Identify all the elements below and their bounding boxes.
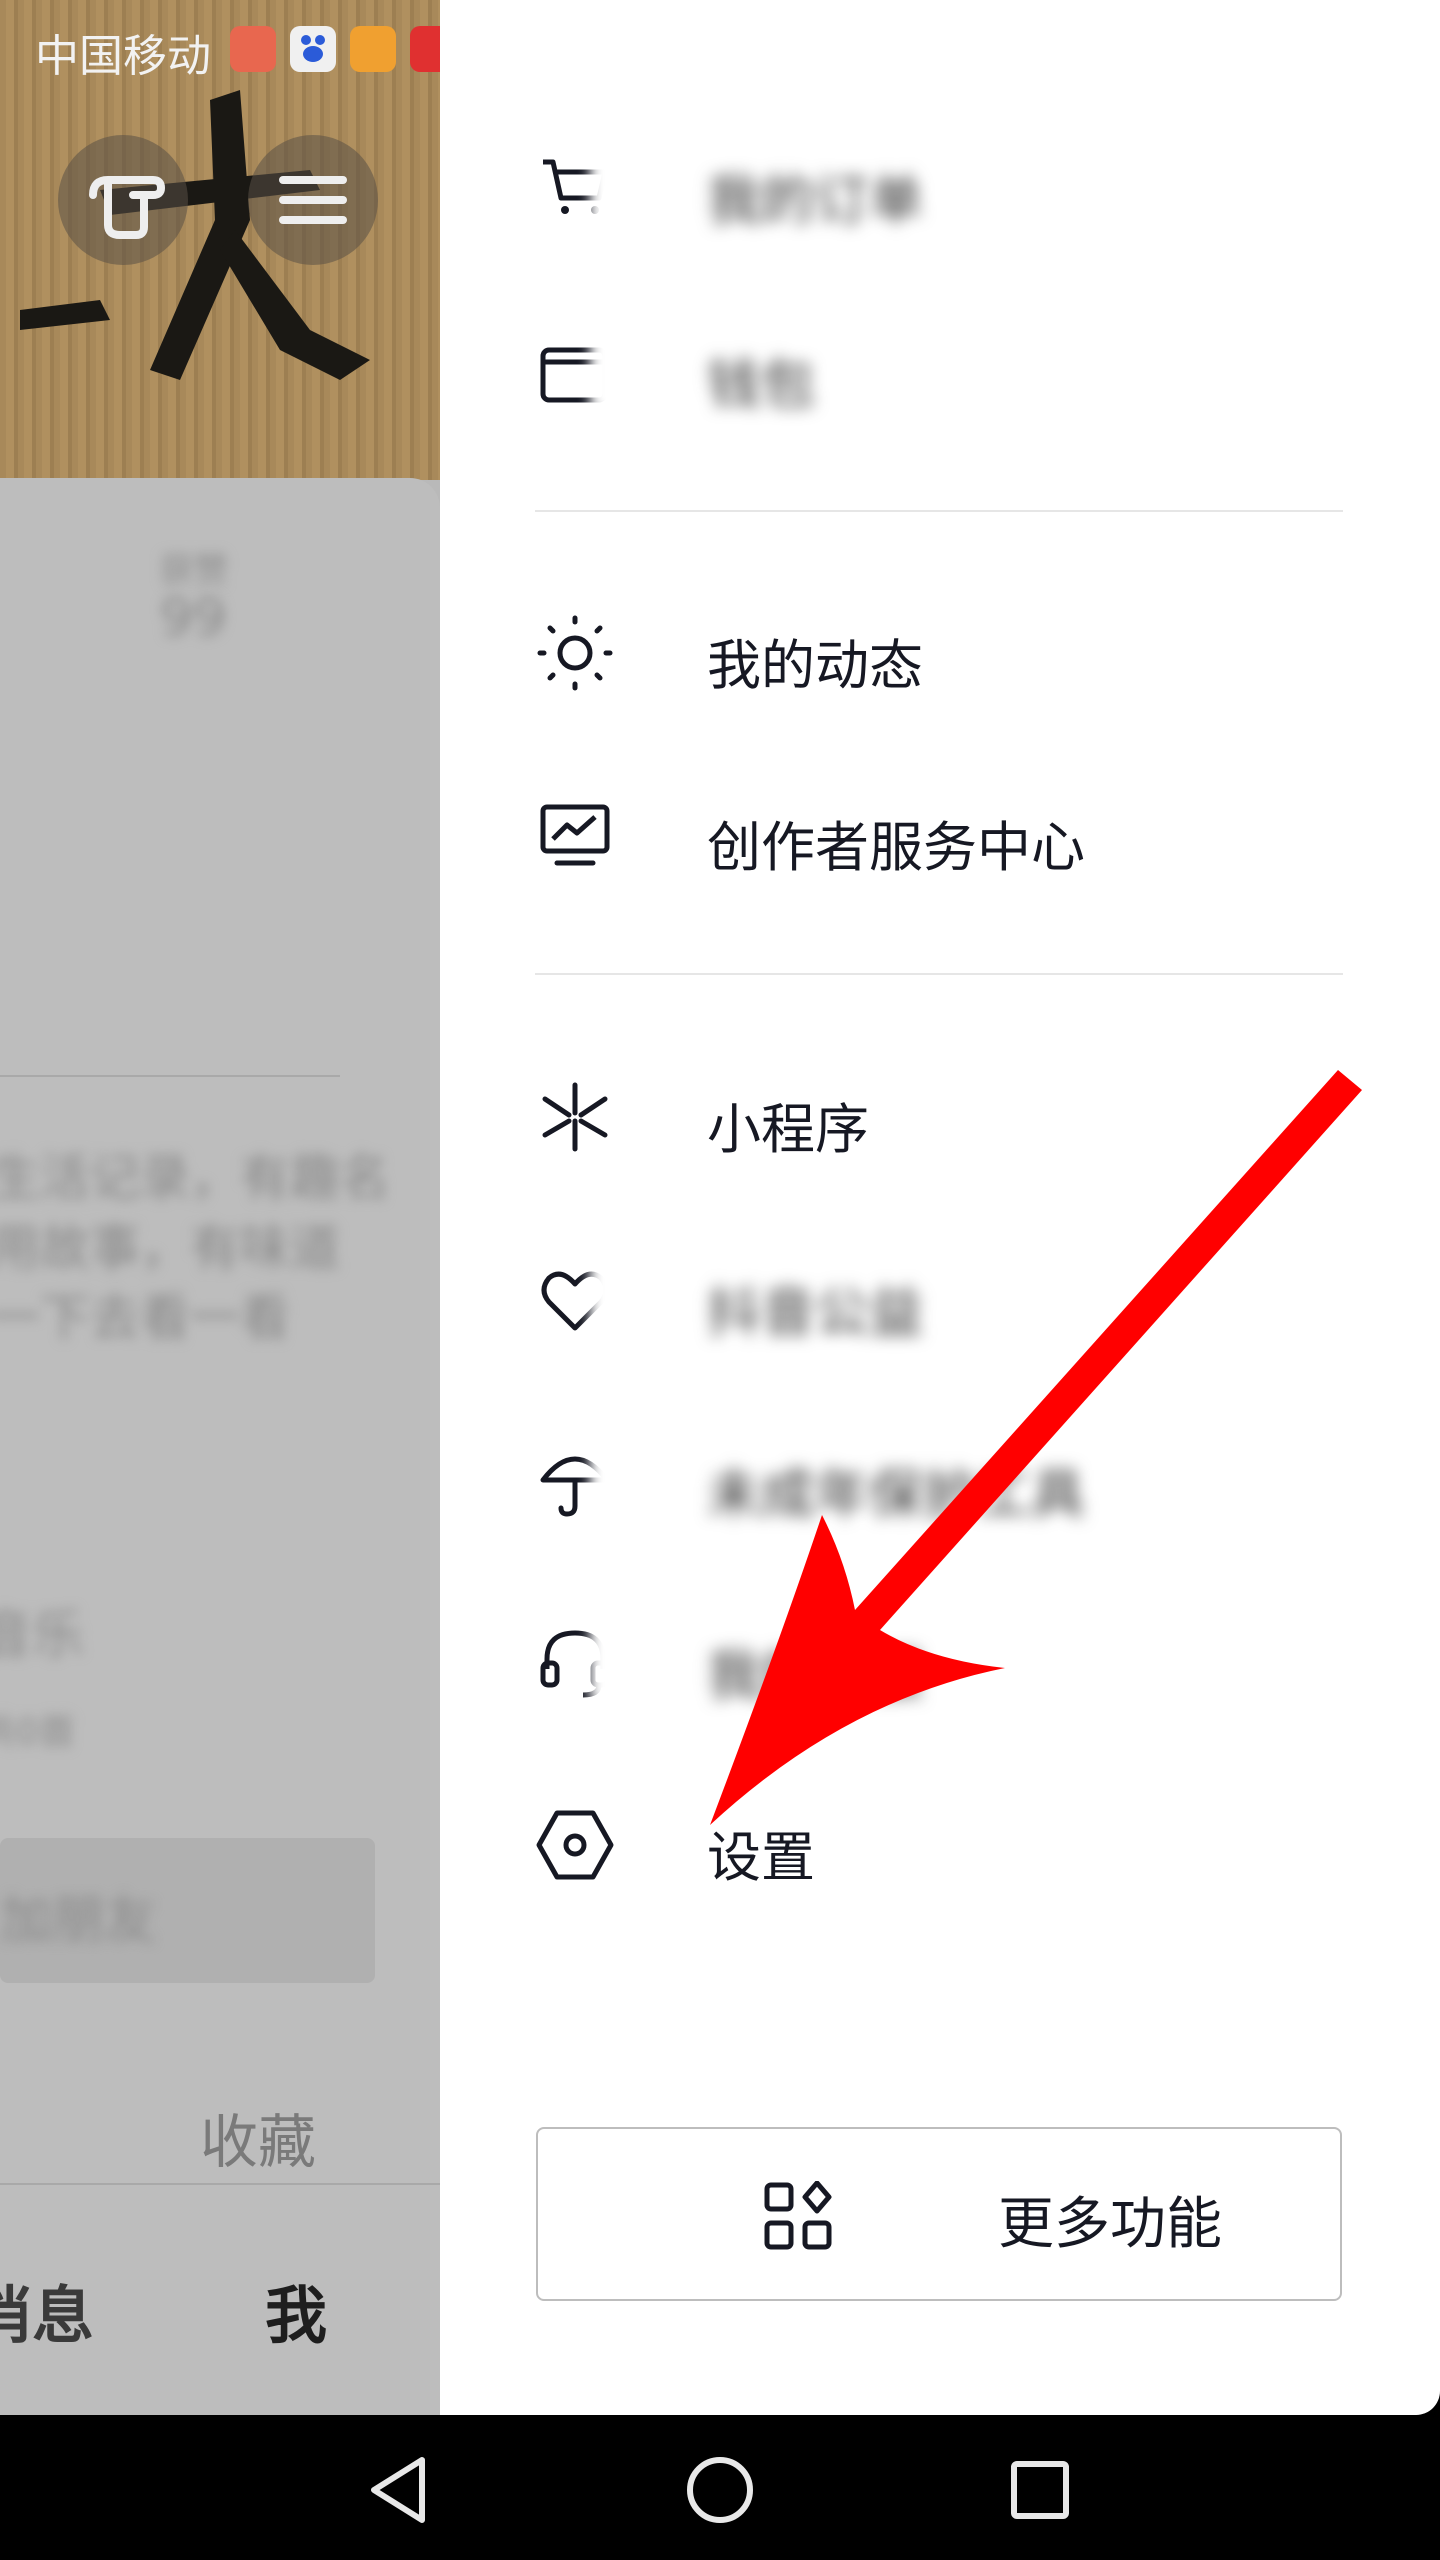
divider xyxy=(0,2183,440,2185)
add-friend-button[interactable]: 加朋友 xyxy=(0,1838,375,1983)
menu-label: 创作者服务中心 xyxy=(707,816,1085,879)
menu-label: 抖音公益 xyxy=(707,1281,923,1344)
side-drawer: 我的订单 钱包 我的动态 创作者服务中心 小程序 抖音公益 未成年保护工具 我的… xyxy=(440,0,1440,2415)
hand-pointer-icon xyxy=(89,176,166,239)
menu-item-wallet[interactable]: 钱包 xyxy=(535,312,1335,432)
carrier-label: 中国移动 xyxy=(35,31,211,82)
menu-label: 我的动态 xyxy=(707,634,923,697)
stats-label: 获赞 xyxy=(160,551,228,591)
menu-button[interactable] xyxy=(248,135,378,265)
bio-line: 生活记录，有趣名 xyxy=(0,1149,390,1207)
miniapp-icon xyxy=(542,1082,608,1152)
menu-label: 钱包 xyxy=(707,353,815,416)
section-title: 音乐 xyxy=(0,1606,85,1666)
blur-mask xyxy=(590,148,630,228)
blur-mask xyxy=(590,1442,630,1522)
favorites-tab[interactable]: 收藏 xyxy=(200,2095,316,2179)
menu-label: 设置 xyxy=(707,1826,815,1889)
menu-item-charity[interactable]: 抖音公益 xyxy=(535,1240,1335,1360)
more-features-button[interactable]: 更多功能 xyxy=(536,2127,1342,2301)
bio-line: 用故事，有味道 xyxy=(0,1219,340,1277)
blur-mask xyxy=(590,332,630,412)
menu-item-creator-center[interactable]: 创作者服务中心 xyxy=(535,775,1335,895)
menu-label: 未成年保护工具 xyxy=(707,1463,1085,1526)
tab-me[interactable]: 我 xyxy=(265,2265,327,2355)
chart-monitor-icon xyxy=(540,804,610,866)
system-navigation-bar xyxy=(0,2415,1440,2560)
tab-message[interactable]: 消息 xyxy=(0,2265,94,2355)
sun-icon xyxy=(537,615,613,691)
menu-label: 我的客服 xyxy=(707,1644,923,1707)
wallet-icon xyxy=(350,26,396,72)
blur-mask xyxy=(590,1260,630,1340)
menu-item-minor-protection[interactable]: 未成年保护工具 xyxy=(535,1422,1335,1542)
back-icon[interactable] xyxy=(360,2450,440,2530)
stats-value: 99 xyxy=(160,588,227,648)
hand-pointer-button[interactable] xyxy=(58,135,188,265)
menu-item-customer-service[interactable]: 我的客服 xyxy=(535,1603,1335,1723)
section-subtitle: 共0首 xyxy=(0,1712,75,1753)
menu-item-settings[interactable]: 设置 xyxy=(535,1785,1335,1905)
menu-label: 我的订单 xyxy=(707,169,923,232)
podcast-icon xyxy=(230,26,276,72)
menu-item-my-moments[interactable]: 我的动态 xyxy=(535,593,1335,713)
recents-icon[interactable] xyxy=(1000,2450,1080,2530)
divider xyxy=(535,510,1343,512)
apps-icon xyxy=(764,2181,832,2250)
settings-hexagon-icon xyxy=(536,1810,614,1880)
blur-mask xyxy=(590,1623,630,1703)
menu-label: 小程序 xyxy=(707,1098,869,1161)
background-profile-page: 获赞 99 生活记录，有趣名 用故事，有味道 一下去看一看 音乐 共0首 加朋友… xyxy=(0,0,440,2415)
add-friend-label: 加朋友 xyxy=(0,1891,157,1951)
hamburger-menu-icon xyxy=(279,176,347,224)
home-icon[interactable] xyxy=(680,2450,760,2530)
more-features-label: 更多功能 xyxy=(998,2192,1222,2257)
bio-line: 一下去看一看 xyxy=(0,1289,290,1347)
menu-item-mini-programs[interactable]: 小程序 xyxy=(535,1057,1335,1177)
divider xyxy=(535,973,1343,975)
divider xyxy=(0,1075,340,1077)
menu-item-orders[interactable]: 我的订单 xyxy=(535,128,1335,248)
baidu-icon xyxy=(290,26,336,72)
